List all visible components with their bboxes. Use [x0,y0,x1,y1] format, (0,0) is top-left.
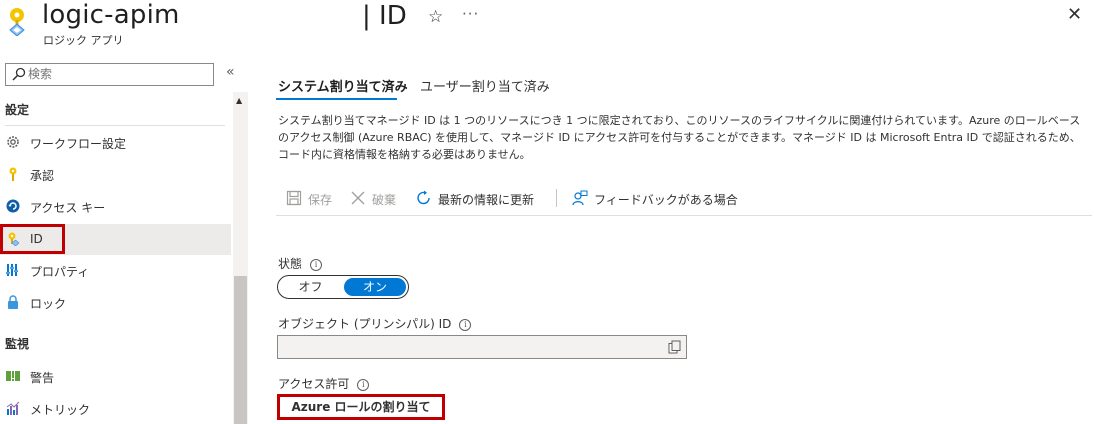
sidebar-item-metrics[interactable]: メトリック [0,393,231,424]
description-text: システム割り当てマネージド ID は 1 つのリソースにつき 1 つに限定されて… [278,114,1081,161]
toolbar-divider [276,215,1092,216]
properties-bars-icon [6,264,18,276]
toggle-on-option[interactable]: オン [344,278,406,296]
refresh-icon [417,190,430,205]
status-field-label: 状態 i [278,255,323,272]
refresh-circle-icon [6,199,20,213]
save-label: 保存 [308,193,333,207]
section-monitoring: 監視 [5,337,30,351]
sidebar-item-alerts[interactable]: 警告 [0,361,231,392]
main-content: システム割り当て済み ユーザー割り当て済み システム割り当てマネージド ID は… [248,56,1094,424]
app-name: logic-apim [42,0,180,30]
search-input[interactable] [28,67,208,81]
sidebar-item-label: 承認 [30,169,55,183]
info-icon[interactable]: i [357,379,370,391]
sidebar-item-locks[interactable]: ロック [0,287,231,318]
sidebar-item-access-keys[interactable]: アクセス キー [0,191,231,222]
sidebar-item-label: ロック [30,297,67,311]
refresh-label: 最新の情報に更新 [438,193,535,207]
permissions-label: アクセス許可 [278,377,350,391]
sidebar-item-label: アクセス キー [30,201,106,215]
discard-label: 破棄 [372,193,397,207]
search-icon [12,67,26,81]
info-icon[interactable]: i [459,319,472,331]
feedback-person-icon [572,190,588,206]
object-id-field-label: オブジェクト (プリンシパル) ID i [278,315,472,332]
section-settings: 設定 [5,103,30,117]
lock-icon [8,295,18,309]
page-header: logic-apim ロジック アプリ | ID ☆ ··· ✕ [0,0,1094,56]
save-icon [286,190,302,206]
search-box[interactable] [5,63,214,86]
logic-app-key-icon [9,8,25,36]
sidebar-item-workflow-settings[interactable]: ワークフロー設定 [0,127,231,158]
gear-icon [7,136,19,148]
sidebar-item-authorization[interactable]: 承認 [0,159,231,190]
metrics-chart-icon [6,401,20,415]
sidebar-item-label: メトリック [30,403,91,417]
app-type-subtitle: ロジック アプリ [43,34,124,47]
identity-highlight-box [0,224,65,254]
alert-icon [6,371,20,381]
status-toggle[interactable]: オフ オン [277,275,409,299]
tab-system-assigned[interactable]: システム割り当て済み [278,76,408,95]
copy-icon[interactable] [668,340,682,354]
favorite-star-icon[interactable]: ☆ [428,7,443,27]
status-label: 状態 [278,257,303,271]
close-icon[interactable]: ✕ [1067,4,1082,25]
feedback-label: フィードバックがある場合 [594,193,738,207]
azure-role-assignments-button[interactable]: Azure ロールの割り当て [277,394,445,420]
active-tab-indicator [276,98,397,100]
sidebar-item-label: プロパティ [30,265,90,279]
more-options-icon[interactable]: ··· [462,5,479,23]
scroll-up-arrow-icon[interactable]: ▲ [236,96,242,105]
object-id-field[interactable] [277,335,687,359]
info-icon[interactable]: i [310,259,323,271]
section-divider [5,125,225,126]
collapse-sidebar-icon[interactable]: « [226,64,235,80]
sidebar: « 設定 ワークフロー設定 承認 アクセス キー ID [0,56,248,424]
page-title: | ID [362,1,407,31]
command-toolbar: 保存 破棄 最新の情報に更新 フィードバックがある場合 [278,189,1094,211]
key-icon [9,167,17,181]
sidebar-item-label: ワークフロー設定 [30,137,127,151]
sidebar-item-label: 警告 [30,371,55,385]
toolbar-separator [556,189,557,207]
tab-user-assigned[interactable]: ユーザー割り当て済み [420,76,550,95]
object-id-label: オブジェクト (プリンシパル) ID [278,317,452,331]
toggle-off-option[interactable]: オフ [279,277,342,297]
scrollbar-thumb[interactable] [234,276,247,424]
permissions-field-label: アクセス許可 i [278,375,370,392]
sidebar-item-properties[interactable]: プロパティ [0,255,231,286]
discard-x-icon [351,191,365,205]
